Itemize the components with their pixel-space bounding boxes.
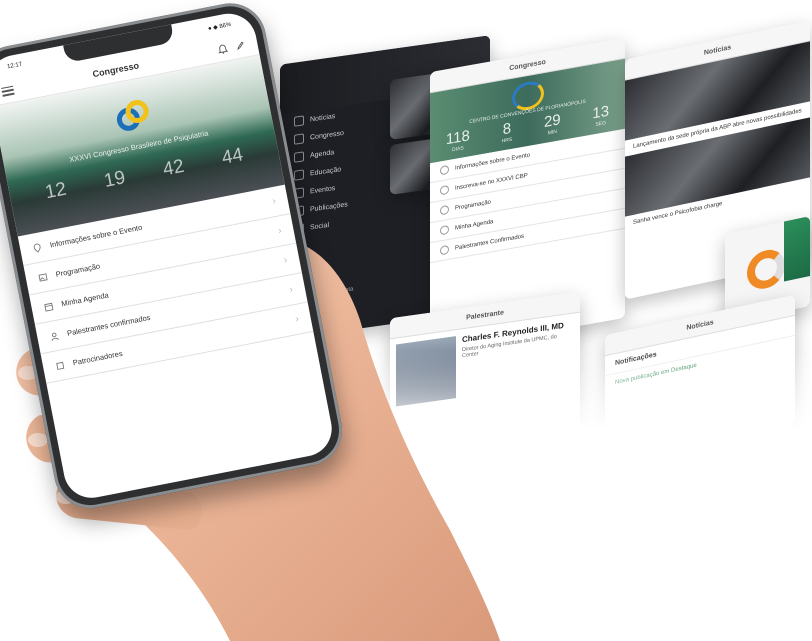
- countdown-cell: 8 HRS: [502, 120, 513, 145]
- sidebar-item-label: Congresso: [310, 129, 344, 142]
- donut-chart-icon: [747, 246, 785, 293]
- sidebar-item-icon: [294, 169, 304, 181]
- green-panel: [784, 215, 810, 282]
- chevron-right-icon: ›: [282, 254, 289, 267]
- countdown-cell: 29 MIN: [544, 111, 561, 137]
- status-time: 12:17: [6, 61, 23, 71]
- sidebar-item-icon: [294, 133, 304, 145]
- chevron-right-icon: ›: [294, 313, 300, 326]
- box-icon: [56, 361, 65, 370]
- calendar-icon: [44, 302, 54, 312]
- sidebar-item-icon: [294, 151, 304, 163]
- countdown-cell: 13 SEG: [592, 103, 609, 129]
- countdown-value: 44: [220, 144, 245, 169]
- sidebar-item-label: Agenda: [310, 148, 335, 160]
- event-logo-icon: [116, 99, 149, 131]
- pin-icon: [33, 243, 41, 253]
- chevron-right-icon: ›: [277, 225, 283, 237]
- pencil-icon[interactable]: [235, 40, 247, 52]
- status-indicators: ● ◆ 86%: [207, 21, 232, 32]
- countdown-cell: 118 DIAS: [446, 127, 470, 154]
- countdown-value: 12: [43, 178, 69, 204]
- countdown-value: 8: [502, 119, 512, 139]
- person-icon: [51, 332, 59, 341]
- countdown-unit: HRS: [501, 136, 513, 145]
- chevron-right-icon: ›: [271, 195, 277, 208]
- sidebar-item-label: Educação: [310, 165, 342, 178]
- chevron-right-icon: ›: [288, 284, 295, 296]
- countdown-unit: SEG: [595, 120, 607, 129]
- sidebar-item-icon: [294, 115, 304, 127]
- sidebar-item-label: Eventos: [310, 184, 336, 196]
- menu-icon[interactable]: [1, 85, 15, 97]
- countdown-value: 19: [102, 167, 128, 192]
- menu-item-icon: [440, 164, 449, 176]
- bell-icon[interactable]: [217, 43, 229, 55]
- countdown-value: 42: [161, 155, 186, 181]
- sidebar-item-label: Notícias: [310, 112, 336, 124]
- image-icon: [38, 272, 48, 282]
- countdown-value: 29: [543, 111, 561, 132]
- countdown-value: 13: [592, 102, 610, 123]
- nav-title: Congresso: [91, 60, 140, 80]
- menu-item-icon: [440, 184, 449, 196]
